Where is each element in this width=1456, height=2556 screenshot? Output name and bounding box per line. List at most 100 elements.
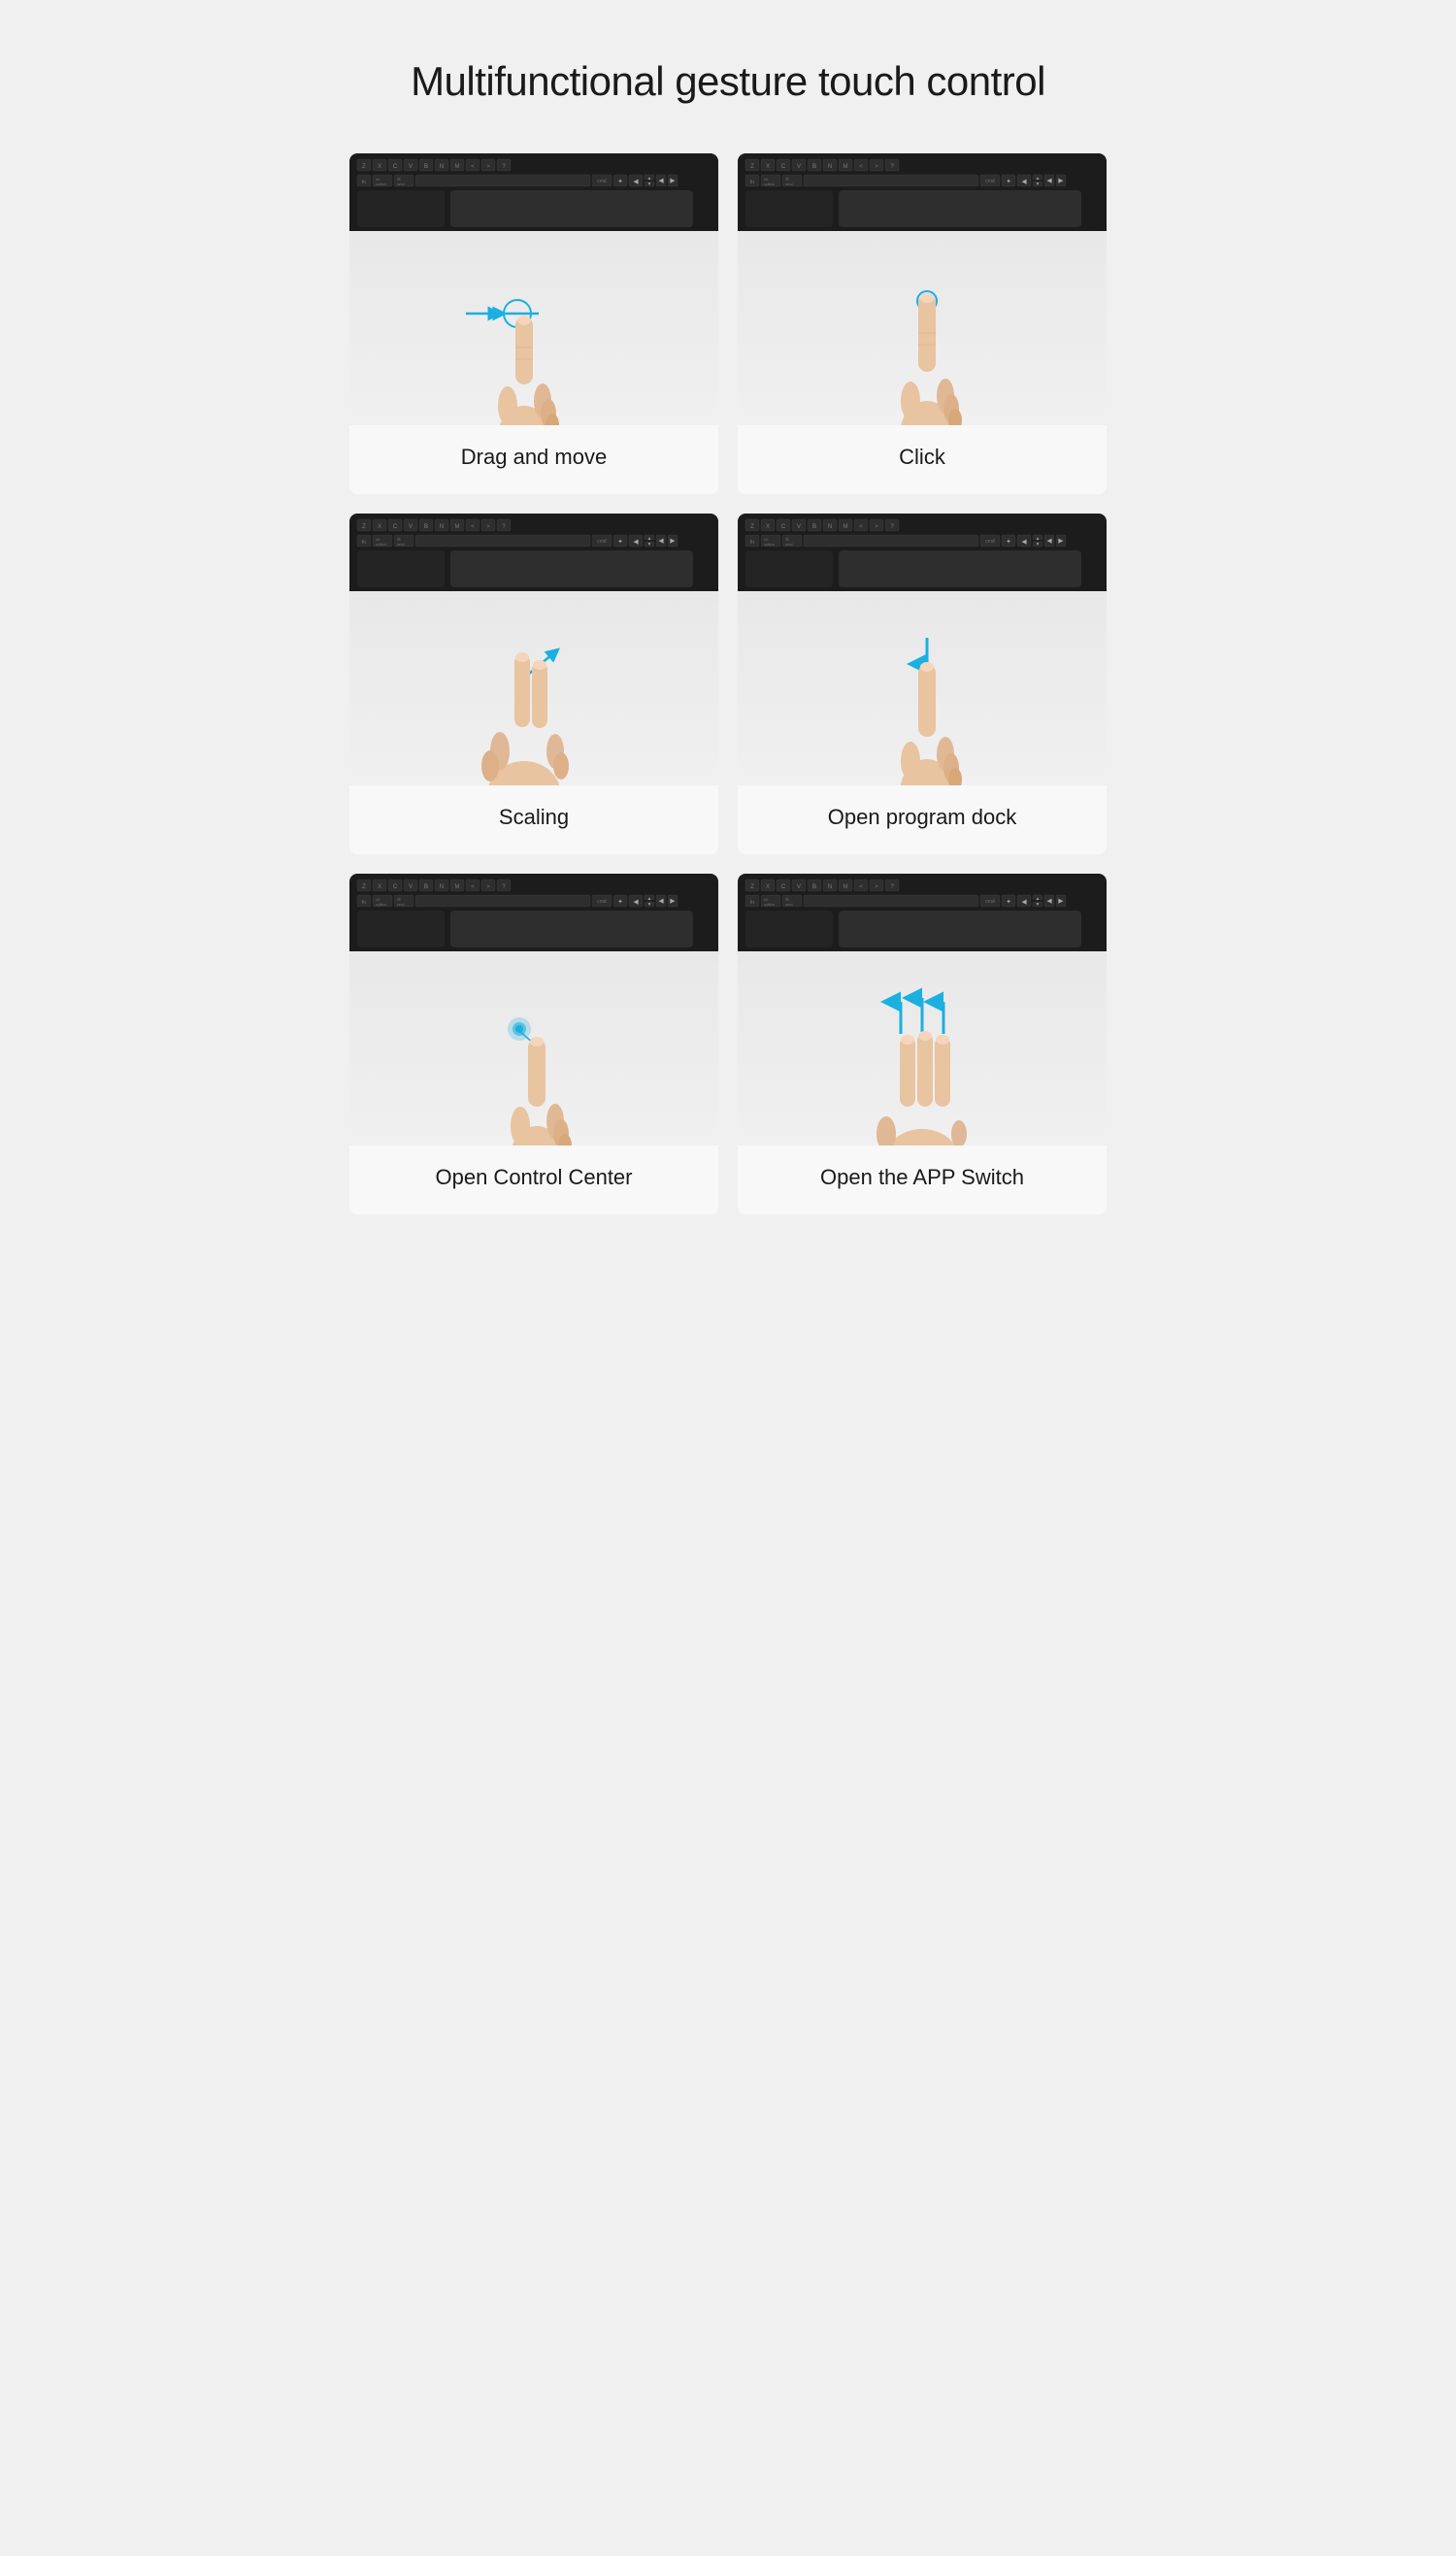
keyboard-illustration-5: Z X C V B N M < > ? fn alt option xyxy=(349,874,718,951)
gesture-card-scaling: Z X C V B N M < > ? fn alt option xyxy=(349,514,718,854)
svg-text:cmd: cmd xyxy=(785,182,793,186)
svg-text:cmd: cmd xyxy=(985,179,995,184)
gesture-label-drag: Drag and move xyxy=(349,425,718,494)
svg-text:C: C xyxy=(781,524,786,530)
svg-text:C: C xyxy=(393,524,398,530)
svg-text:fn: fn xyxy=(362,540,366,546)
svg-text:✦: ✦ xyxy=(617,898,623,906)
hand-area-click xyxy=(738,231,1107,425)
gesture-label-scaling: Scaling xyxy=(349,785,718,854)
svg-text:option: option xyxy=(376,182,386,186)
svg-text:C: C xyxy=(781,164,786,170)
svg-text:▶: ▶ xyxy=(1058,178,1064,184)
gesture-card-click: Z X C V B N M < > ? fn alt option xyxy=(738,153,1107,494)
svg-text:cmd: cmd xyxy=(597,899,607,905)
hand-svg-control-center xyxy=(349,951,718,1145)
svg-text:B: B xyxy=(812,524,816,530)
svg-text:X: X xyxy=(766,524,770,530)
svg-text:V: V xyxy=(797,524,801,530)
svg-text:>: > xyxy=(486,164,490,170)
svg-text:option: option xyxy=(376,902,386,907)
svg-text:M: M xyxy=(844,524,848,530)
svg-text:Z: Z xyxy=(750,524,754,530)
hand-area-control-center xyxy=(349,951,718,1145)
svg-text:C: C xyxy=(393,884,398,890)
svg-text:fn: fn xyxy=(362,900,366,906)
svg-text:✦: ✦ xyxy=(617,538,623,546)
svg-text:N: N xyxy=(440,884,444,890)
svg-text:N: N xyxy=(440,164,444,170)
svg-text:B: B xyxy=(424,524,428,530)
svg-text:B: B xyxy=(424,164,428,170)
svg-text:◀: ◀ xyxy=(633,899,639,906)
svg-text:Z: Z xyxy=(362,884,366,890)
svg-text:M: M xyxy=(844,164,848,170)
svg-text:▼: ▼ xyxy=(1036,182,1041,187)
svg-text:N: N xyxy=(828,164,832,170)
keyboard-illustration-3: Z X C V B N M < > ? fn alt option xyxy=(349,514,718,591)
svg-text:>: > xyxy=(486,524,490,530)
hand-area-drag xyxy=(349,231,718,425)
svg-text:option: option xyxy=(376,542,386,547)
hand-svg-drag xyxy=(349,231,718,425)
svg-text:N: N xyxy=(828,524,832,530)
svg-text:fn: fn xyxy=(362,180,366,185)
svg-text:M: M xyxy=(455,884,460,890)
keyboard-illustration-4: Z X C V B N M < > ? fn alt option xyxy=(738,514,1107,591)
page-title: Multifunctional gesture touch control xyxy=(349,58,1107,105)
svg-text:C: C xyxy=(781,884,786,890)
hand-svg-app-switch xyxy=(738,951,1107,1145)
svg-text:◀: ◀ xyxy=(633,539,639,546)
hand-svg-scaling xyxy=(349,591,718,785)
svg-text:▶: ▶ xyxy=(1058,898,1064,905)
svg-text:✦: ✦ xyxy=(617,178,623,185)
svg-text:option: option xyxy=(764,182,775,186)
hand-svg-dock xyxy=(738,591,1107,785)
svg-text:▶: ▶ xyxy=(670,538,676,545)
svg-text:▼: ▼ xyxy=(647,902,652,908)
svg-text:cmd: cmd xyxy=(985,899,995,905)
gesture-label-dock: Open program dock xyxy=(738,785,1107,854)
gesture-card-open-program-dock: Z X C V B N M < > ? fn alt option xyxy=(738,514,1107,854)
svg-text:cmd: cmd xyxy=(397,182,405,186)
svg-text:V: V xyxy=(409,164,413,170)
svg-text:cmd: cmd xyxy=(397,542,405,547)
svg-text:cmd: cmd xyxy=(985,539,995,545)
svg-text:N: N xyxy=(828,884,832,890)
gesture-card-app-switch: Z X C V B N M < > ? fn alt option xyxy=(738,874,1107,1214)
gesture-card-control-center: Z X C V B N M < > ? fn alt option xyxy=(349,874,718,1214)
svg-text:>: > xyxy=(486,884,490,890)
gesture-label-click: Click xyxy=(738,425,1107,494)
svg-text:✦: ✦ xyxy=(1006,178,1011,185)
svg-text:B: B xyxy=(812,164,816,170)
svg-text:M: M xyxy=(455,524,460,530)
gesture-label-app-switch: Open the APP Switch xyxy=(738,1145,1107,1214)
svg-text:fn: fn xyxy=(750,180,754,185)
gesture-grid: Z X C V B N M < > ? fn alt option xyxy=(349,153,1107,1214)
page-wrapper: Multifunctional gesture touch control Z … xyxy=(320,0,1136,1273)
svg-text:◀: ◀ xyxy=(1046,538,1052,545)
svg-text:▼: ▼ xyxy=(647,182,652,187)
svg-text:<: < xyxy=(859,524,863,530)
svg-text:Z: Z xyxy=(750,164,754,170)
svg-text:<: < xyxy=(471,524,475,530)
svg-text:◀: ◀ xyxy=(1021,179,1027,185)
svg-text:◀: ◀ xyxy=(1046,898,1052,905)
svg-text:<: < xyxy=(471,164,475,170)
svg-text:◀: ◀ xyxy=(658,178,664,184)
svg-text:▶: ▶ xyxy=(670,898,676,905)
svg-text:▶: ▶ xyxy=(670,178,676,184)
gesture-card-drag-and-move: Z X C V B N M < > ? fn alt option xyxy=(349,153,718,494)
svg-text:Z: Z xyxy=(362,524,366,530)
svg-text:option: option xyxy=(764,902,775,907)
svg-text:option: option xyxy=(764,542,775,547)
svg-text:▼: ▼ xyxy=(647,542,652,548)
svg-text:cmd: cmd xyxy=(597,539,607,545)
svg-text:◀: ◀ xyxy=(1046,178,1052,184)
svg-text:◀: ◀ xyxy=(633,179,639,185)
gesture-label-control-center: Open Control Center xyxy=(349,1145,718,1214)
svg-text:Z: Z xyxy=(362,164,366,170)
svg-text:X: X xyxy=(766,884,770,890)
svg-text:▼: ▼ xyxy=(1036,902,1041,908)
svg-text:V: V xyxy=(409,884,413,890)
